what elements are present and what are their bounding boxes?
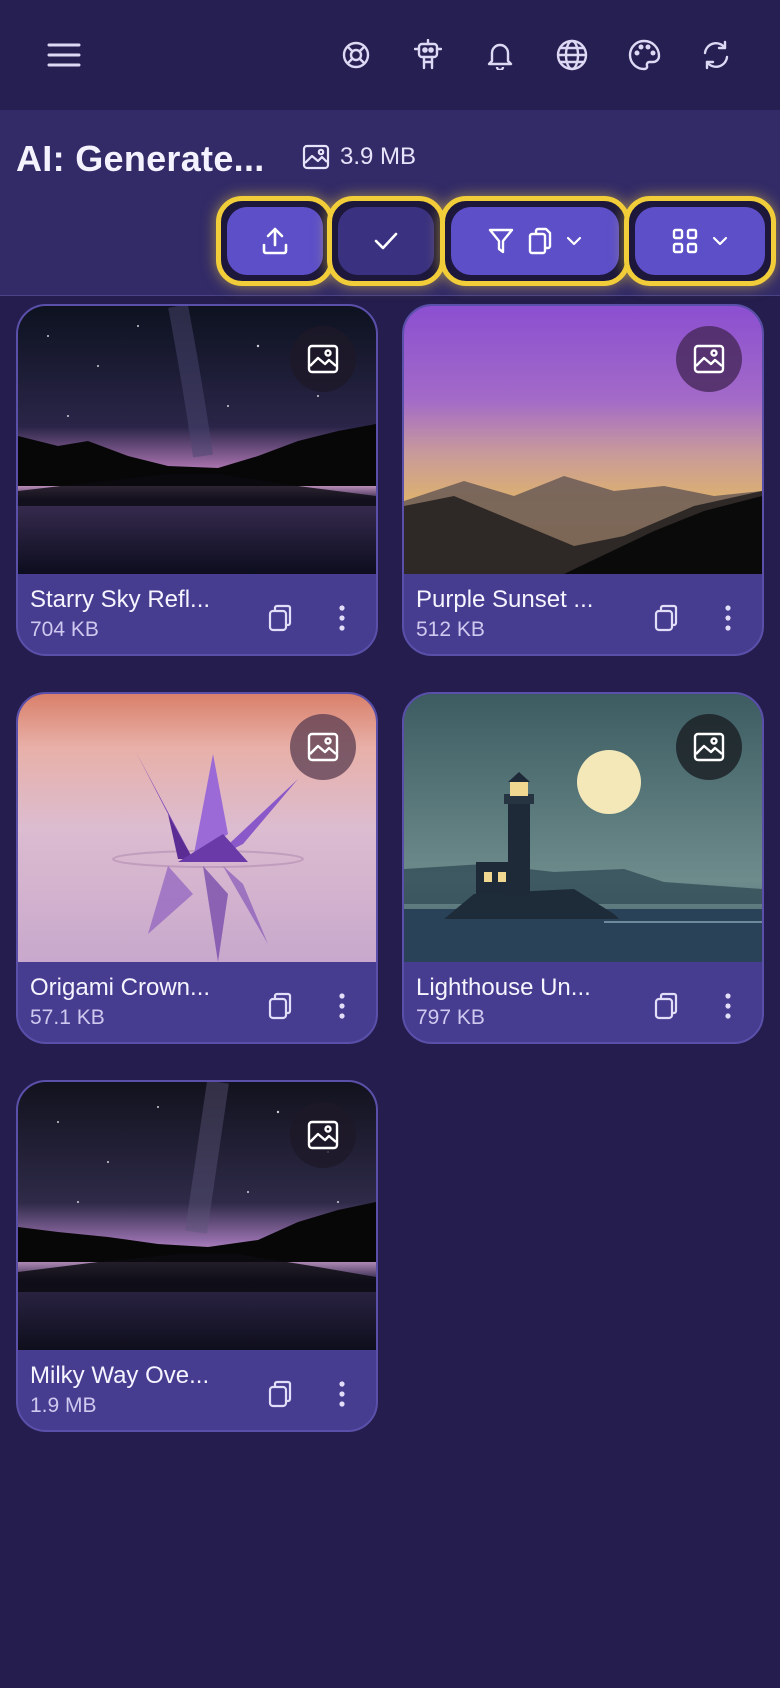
more-options-button[interactable] [706, 596, 750, 640]
upload-icon [261, 226, 289, 256]
copy-button[interactable] [644, 984, 688, 1028]
folder-size: 3.9 MB [302, 143, 416, 171]
image-type-badge [290, 714, 356, 780]
menu-icon[interactable] [36, 27, 92, 83]
image-icon [307, 344, 339, 374]
image-icon [307, 1120, 339, 1150]
copy-icon [267, 1380, 293, 1408]
more-options-button[interactable] [320, 984, 364, 1028]
gallery-card[interactable]: Milky Way Ove... 1.9 MB [16, 1080, 378, 1432]
file-size: 1.9 MB [30, 1394, 97, 1417]
total-size-text: 3.9 MB [340, 143, 417, 170]
globe-icon[interactable] [544, 27, 600, 83]
palette-icon[interactable] [616, 27, 672, 83]
chevron-down-icon [712, 236, 728, 246]
top-app-bar [0, 0, 780, 111]
filter-button[interactable] [440, 196, 630, 286]
image-type-badge [290, 326, 356, 392]
view-button[interactable] [624, 196, 776, 286]
file-size: 797 KB [416, 1006, 485, 1029]
copy-button[interactable] [258, 596, 302, 640]
file-size: 704 KB [30, 618, 99, 641]
file-size: 57.1 KB [30, 1006, 105, 1029]
check-icon [373, 231, 399, 251]
image-icon [693, 732, 725, 762]
gallery-card[interactable]: Origami Crown... 57.1 KB [16, 692, 378, 1044]
more-vertical-icon [338, 1381, 346, 1407]
bell-icon[interactable] [472, 27, 528, 83]
gallery-card[interactable]: Lighthouse Un... 797 KB [402, 692, 764, 1044]
file-name: Purple Sunset ... [416, 586, 594, 613]
page-title: AI: Generate... [16, 138, 265, 179]
file-name: Lighthouse Un... [416, 974, 591, 1001]
grid-icon [672, 228, 698, 254]
lifebuoy-icon[interactable] [328, 27, 384, 83]
filter-icon [488, 227, 514, 255]
chevron-down-icon [566, 236, 582, 246]
image-icon [307, 732, 339, 762]
more-vertical-icon [724, 605, 732, 631]
copy-button[interactable] [258, 984, 302, 1028]
file-name: Milky Way Ove... [30, 1362, 210, 1389]
gallery-card[interactable]: Purple Sunset ... 512 KB [402, 304, 764, 656]
copy-icon [653, 604, 679, 632]
more-options-button[interactable] [320, 596, 364, 640]
image-type-badge [290, 1102, 356, 1168]
copy-icon [528, 227, 552, 255]
gallery-card[interactable]: Starry Sky Refl... 704 KB [16, 304, 378, 656]
file-name: Starry Sky Refl... [30, 586, 211, 613]
copy-button[interactable] [258, 1372, 302, 1416]
refresh-icon[interactable] [688, 27, 744, 83]
robot-icon[interactable] [400, 27, 456, 83]
more-vertical-icon [338, 993, 346, 1019]
image-icon [302, 144, 330, 170]
upload-button[interactable] [216, 196, 334, 286]
copy-button[interactable] [644, 596, 688, 640]
more-options-button[interactable] [320, 1372, 364, 1416]
copy-icon [267, 604, 293, 632]
image-type-badge [676, 326, 742, 392]
copy-icon [267, 992, 293, 1020]
image-icon [693, 344, 725, 374]
image-type-badge [676, 714, 742, 780]
copy-icon [653, 992, 679, 1020]
more-options-button[interactable] [706, 984, 750, 1028]
file-name: Origami Crown... [30, 974, 211, 1001]
more-vertical-icon [724, 993, 732, 1019]
file-size: 512 KB [416, 618, 485, 641]
more-vertical-icon [338, 605, 346, 631]
select-button[interactable] [327, 196, 445, 286]
